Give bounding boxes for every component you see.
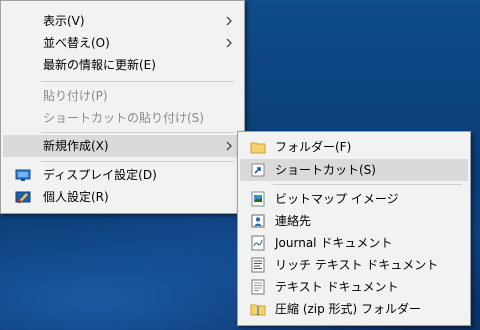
submenu-item-label: 連絡先: [275, 214, 312, 228]
submenu-item-label: リッチ テキスト ドキュメント: [275, 258, 439, 272]
menu-item-label: 貼り付け(P): [43, 89, 108, 103]
chevron-right-icon: [226, 141, 232, 151]
folder-icon: [250, 142, 266, 154]
display-settings-icon: [15, 169, 31, 181]
submenu-item-bitmap[interactable]: ビットマップ イメージ: [240, 188, 468, 210]
menu-item-new[interactable]: 新規作成(X): [3, 135, 242, 157]
menu-item-display-settings[interactable]: ディスプレイ設定(D): [3, 164, 242, 186]
submenu-item-zip-folder[interactable]: 圧縮 (zip 形式) フォルダー: [240, 298, 468, 320]
submenu-item-text-document[interactable]: テキスト ドキュメント: [240, 276, 468, 298]
chevron-right-icon: [226, 16, 232, 26]
chevron-right-icon: [226, 38, 232, 48]
menu-item-refresh[interactable]: 最新の情報に更新(E): [3, 54, 242, 76]
zip-folder-icon: [250, 304, 266, 316]
submenu-item-rich-text[interactable]: リッチ テキスト ドキュメント: [240, 254, 468, 276]
personalize-icon: [15, 191, 31, 203]
shortcut-icon: [251, 163, 265, 177]
submenu-item-contact[interactable]: 連絡先: [240, 210, 468, 232]
menu-item-paste[interactable]: 貼り付け(P): [3, 85, 242, 107]
menu-separator: [41, 132, 234, 133]
menu-item-label: 新規作成(X): [43, 139, 109, 153]
menu-item-label: ショートカットの貼り付け(S): [43, 111, 204, 125]
menu-item-label: 表示(V): [43, 14, 85, 28]
desktop-context-menu: 表示(V) 並べ替え(O) 最新の情報に更新(E) 貼り付け(P) ショートカッ…: [0, 0, 245, 214]
submenu-item-journal[interactable]: Journal ドキュメント: [240, 232, 468, 254]
contact-icon: [251, 214, 265, 228]
menu-separator: [41, 81, 234, 82]
submenu-item-shortcut[interactable]: ショートカット(S): [240, 159, 468, 181]
bitmap-icon: [251, 191, 265, 207]
menu-item-personalize[interactable]: 個人設定(R): [3, 186, 242, 208]
submenu-item-label: ビットマップ イメージ: [275, 192, 399, 206]
rich-text-icon: [251, 257, 265, 273]
new-submenu: フォルダー(F) ショートカット(S) ビットマップ イメージ 連絡先 Jour…: [237, 131, 471, 326]
menu-item-label: 並べ替え(O): [43, 36, 110, 50]
journal-icon: [251, 235, 265, 251]
menu-item-label: 最新の情報に更新(E): [43, 58, 156, 72]
submenu-item-label: テキスト ドキュメント: [275, 280, 399, 294]
text-document-icon: [251, 279, 265, 295]
submenu-item-label: フォルダー(F): [275, 140, 352, 154]
menu-item-view[interactable]: 表示(V): [3, 10, 242, 32]
submenu-item-label: Journal ドキュメント: [275, 236, 393, 250]
submenu-item-label: ショートカット(S): [275, 163, 376, 177]
submenu-item-label: 圧縮 (zip 形式) フォルダー: [275, 302, 422, 316]
menu-item-label: ディスプレイ設定(D): [43, 168, 157, 182]
menu-item-label: 個人設定(R): [43, 190, 109, 204]
submenu-separator: [273, 184, 462, 185]
menu-item-sort[interactable]: 並べ替え(O): [3, 32, 242, 54]
menu-separator: [41, 161, 234, 162]
menu-item-paste-shortcut[interactable]: ショートカットの貼り付け(S): [3, 107, 242, 129]
submenu-item-folder[interactable]: フォルダー(F): [240, 136, 468, 158]
